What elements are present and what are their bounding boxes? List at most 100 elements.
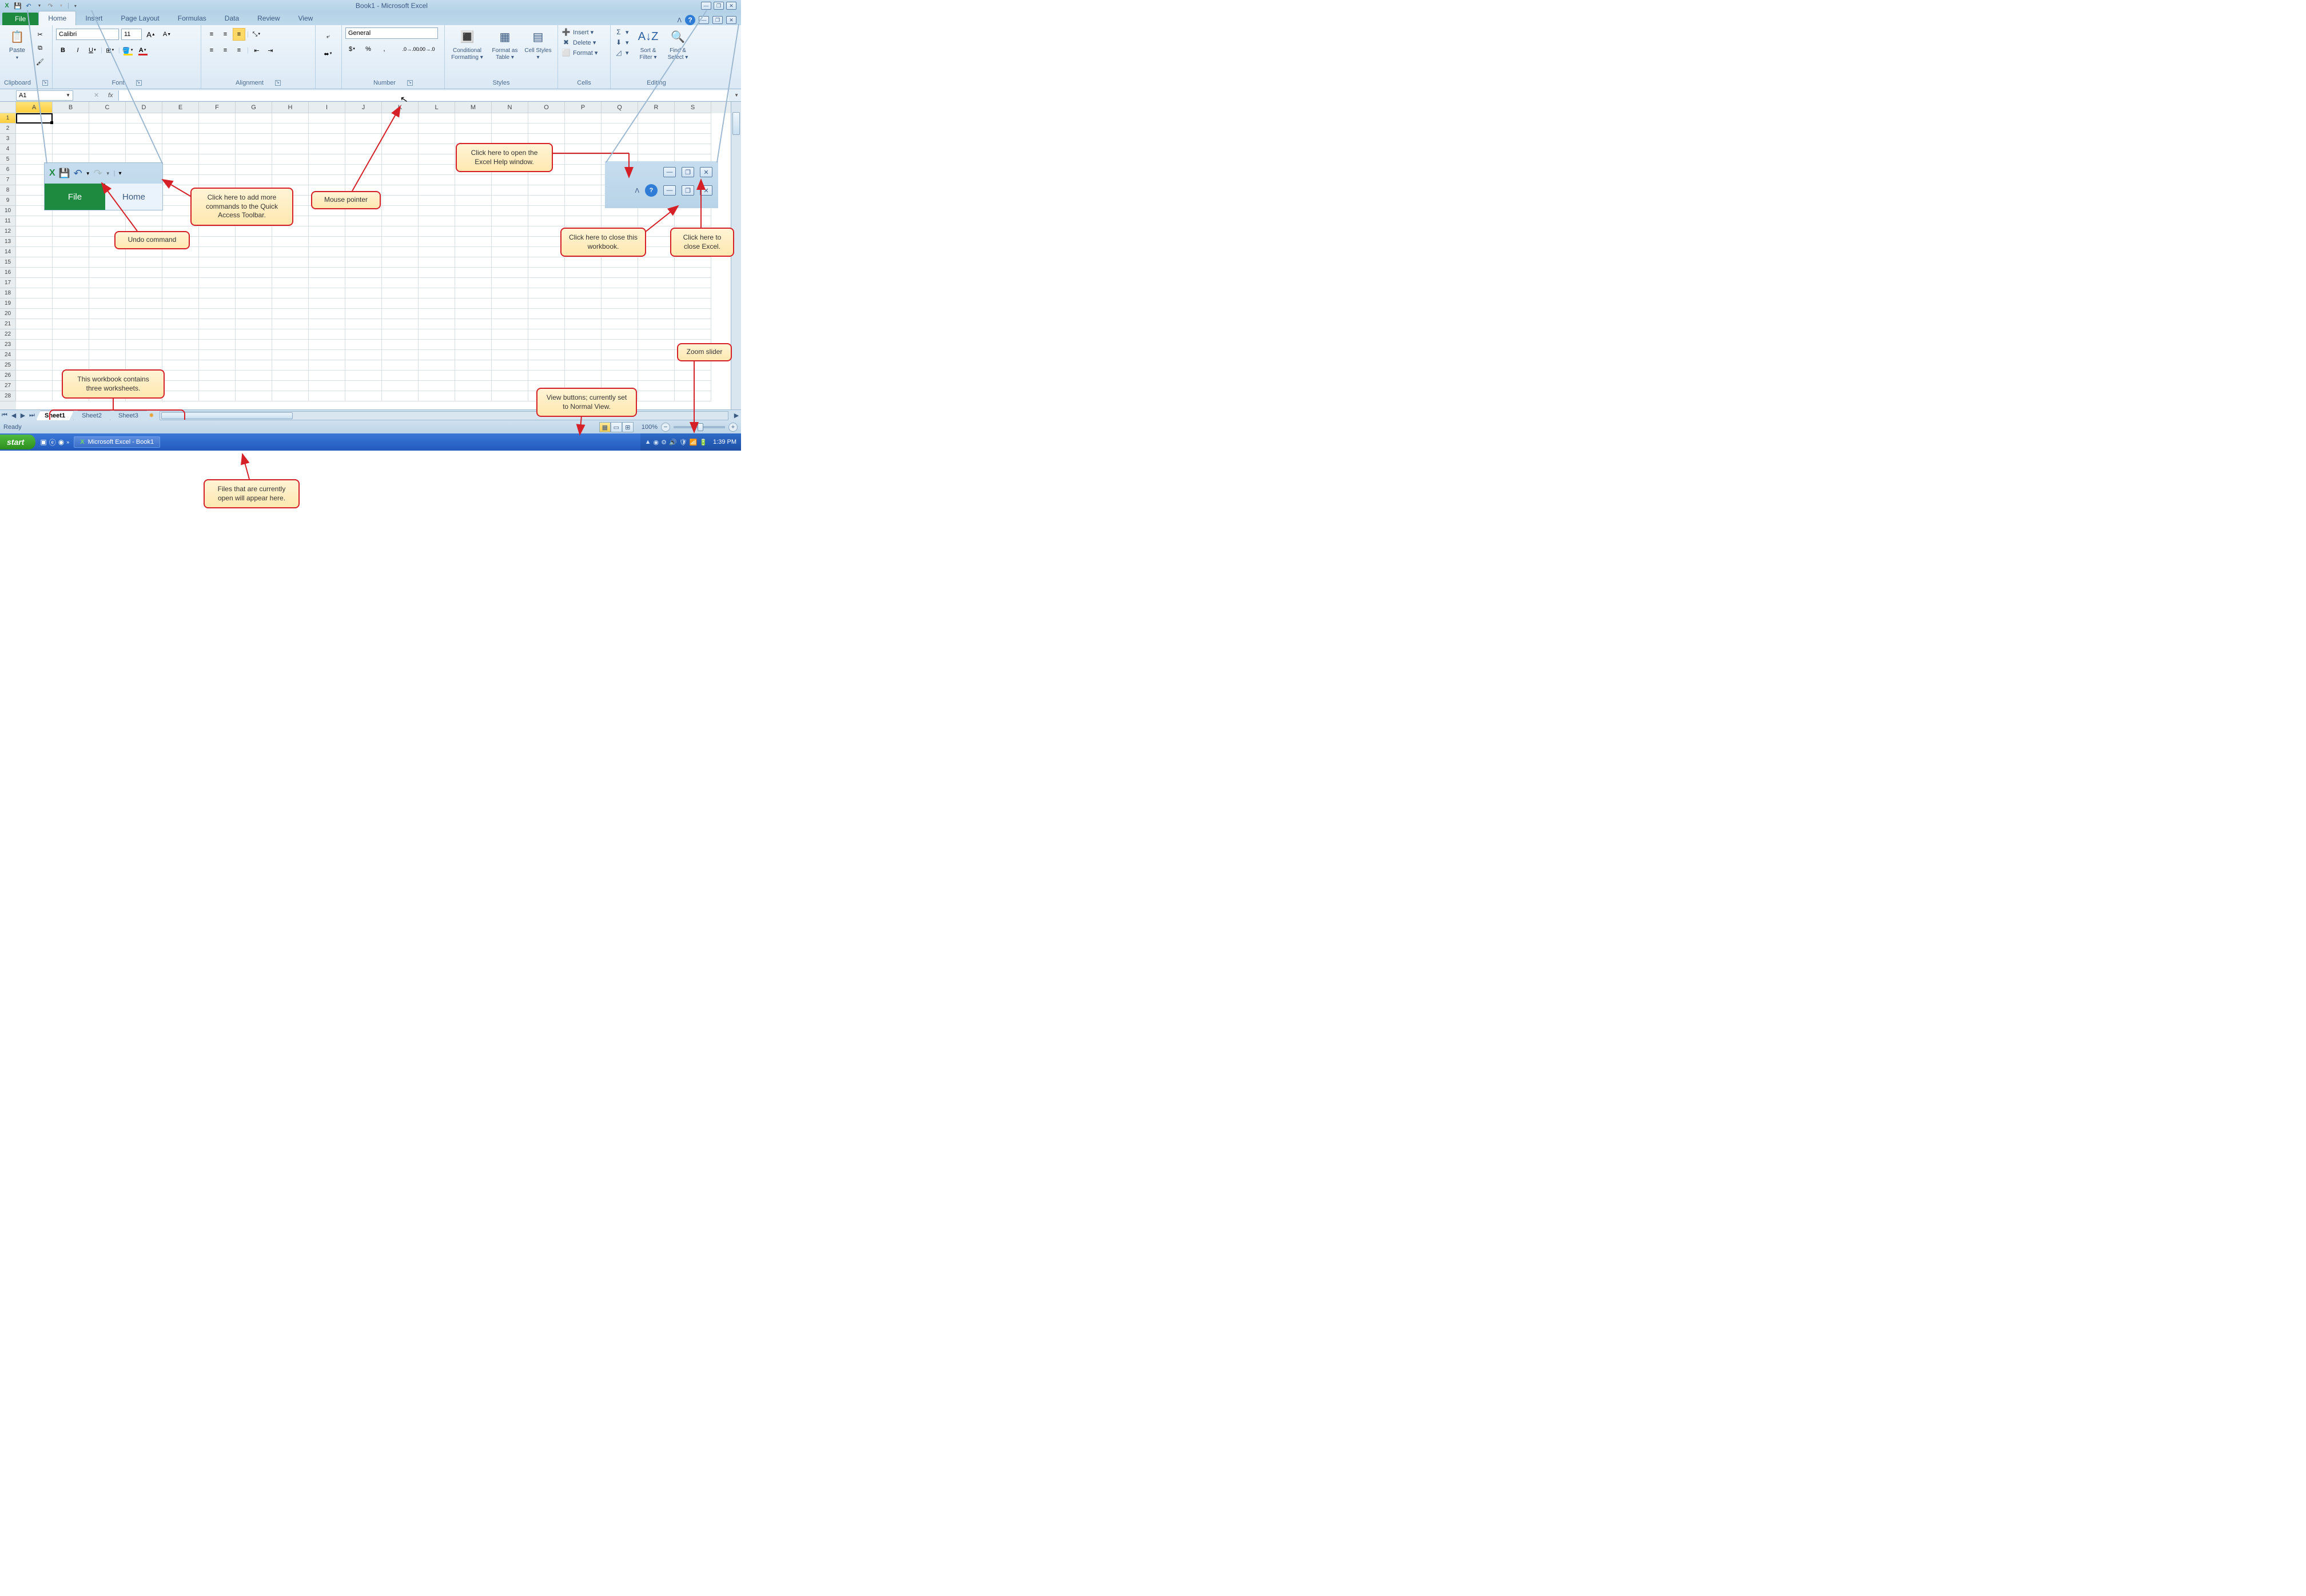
tab-insert[interactable]: Insert [76,11,111,25]
clipboard-dialog-launcher[interactable] [42,80,48,86]
column-header[interactable]: M [455,102,492,113]
quicklaunch-ie-icon[interactable]: ⓔ [49,437,56,447]
tray-icon[interactable]: ▲ [645,439,651,445]
number-dialog-launcher[interactable] [407,80,413,86]
row-header[interactable]: 10 [0,206,16,216]
row-header[interactable]: 17 [0,278,16,288]
start-button[interactable]: start [0,435,35,449]
row-header[interactable]: 8 [0,185,16,196]
find-select-button[interactable]: 🔍 Find & Select ▾ [664,27,692,61]
accounting-icon[interactable]: $▼ [346,43,359,55]
formula-input[interactable] [118,90,728,101]
row-header[interactable]: 11 [0,216,16,226]
customize-qat-icon[interactable]: ▾ [71,1,80,10]
align-middle-icon[interactable]: ≡ [219,28,232,41]
cut-icon[interactable]: ✂ [34,28,46,41]
column-header[interactable]: A [16,102,53,113]
tray-icon[interactable]: ⚙ [661,439,667,446]
align-center-icon[interactable]: ≡ [219,44,232,57]
help-icon[interactable]: ? [685,15,695,25]
row-header[interactable]: 18 [0,288,16,298]
zoom-slider[interactable] [674,426,725,428]
minimize-button[interactable]: — [701,2,711,10]
tab-formulas[interactable]: Formulas [169,11,216,25]
taskbar-clock[interactable]: 1:39 PM [713,439,736,445]
row-header[interactable]: 12 [0,226,16,237]
tray-icon[interactable]: 🔊 [669,439,677,446]
align-right-icon[interactable]: ≡ [233,44,245,57]
zoom-in-button[interactable]: + [728,423,738,432]
tab-review[interactable]: Review [248,11,289,25]
normal-view-button[interactable]: ▦ [599,422,611,432]
wrap-text-icon[interactable]: ⤶ [320,30,337,43]
taskbar-item-excel[interactable]: X Microsoft Excel - Book1 [74,436,160,448]
underline-button[interactable]: U▼ [86,44,99,57]
column-header[interactable]: O [528,102,565,113]
zoom-percent[interactable]: 100% [642,424,658,431]
column-header[interactable]: E [162,102,199,113]
merge-center-icon[interactable]: ⬌▼ [320,47,337,60]
sort-filter-button[interactable]: A↓Z Sort & Filter ▾ [635,27,662,61]
row-header[interactable]: 2 [0,124,16,134]
fx-icon[interactable]: fx [102,92,118,99]
column-header[interactable]: L [419,102,455,113]
bold-button[interactable]: B [57,44,69,57]
tab-data[interactable]: Data [216,11,248,25]
scroll-right-icon[interactable]: ▶ [732,411,741,420]
cell-styles-button[interactable]: ▤ Cell Styles ▾ [524,27,552,61]
column-header[interactable]: H [272,102,309,113]
format-as-table-button[interactable]: ▦ Format as Table ▾ [488,27,521,61]
quicklaunch-chrome-icon[interactable]: ◉ [58,438,64,446]
font-color-icon[interactable]: A▼ [137,44,149,57]
page-break-view-button[interactable]: ⊞ [622,422,634,432]
decrease-decimal-icon[interactable]: .00→.0 [420,43,433,55]
delete-cells-button[interactable]: ✖Delete ▾ [561,38,596,47]
name-box[interactable]: A1▼ [16,90,73,101]
alignment-dialog-launcher[interactable] [275,80,281,86]
select-all-corner[interactable] [0,102,16,113]
row-header[interactable]: 22 [0,329,16,340]
quicklaunch-icon[interactable]: ▣ [40,438,46,446]
row-header[interactable]: 1 [0,113,16,124]
row-header[interactable]: 28 [0,391,16,401]
column-header[interactable]: I [309,102,345,113]
undo-icon[interactable]: ↶ [24,1,33,10]
redo-dropdown-icon[interactable]: ▼ [57,1,66,10]
row-header[interactable]: 27 [0,381,16,391]
row-header[interactable]: 15 [0,257,16,268]
italic-button[interactable]: I [71,44,84,57]
column-header[interactable]: C [89,102,126,113]
row-header[interactable]: 19 [0,298,16,309]
conditional-formatting-button[interactable]: 🔳 Conditional Formatting ▾ [448,27,486,61]
copy-icon[interactable]: ⧉ [34,42,46,54]
tab-page-layout[interactable]: Page Layout [111,11,168,25]
save-icon[interactable]: 💾 [13,1,22,10]
sheet-nav-prev[interactable]: ◀ [9,411,18,420]
paste-button[interactable]: 📋 Paste▼ [3,27,31,61]
percent-icon[interactable]: % [362,43,375,55]
align-left-icon[interactable]: ≡ [205,44,218,57]
increase-font-icon[interactable]: A▲ [145,28,157,41]
expand-formula-icon[interactable]: ▼ [734,93,739,98]
workbook-minimize-button[interactable]: — [699,16,709,24]
quicklaunch-more-icon[interactable]: » [66,439,69,445]
row-header[interactable]: 6 [0,165,16,175]
decrease-indent-icon[interactable]: ⇤ [250,44,263,57]
restore-button[interactable]: ❐ [714,2,724,10]
fill-button[interactable]: ⬇▾ [614,38,629,47]
insert-cells-button[interactable]: ➕Insert ▾ [561,27,594,37]
borders-icon[interactable]: ⊞▼ [104,44,117,57]
decrease-font-icon[interactable]: A▼ [161,28,173,41]
row-header[interactable]: 4 [0,144,16,154]
row-header[interactable]: 9 [0,196,16,206]
column-header[interactable]: S [675,102,711,113]
row-header[interactable]: 13 [0,237,16,247]
tab-home[interactable]: Home [38,11,76,25]
clear-button[interactable]: ◿▾ [614,48,629,57]
row-header[interactable]: 24 [0,350,16,360]
font-name-select[interactable] [56,29,119,40]
row-header[interactable]: 20 [0,309,16,319]
column-header[interactable]: R [638,102,675,113]
column-header[interactable]: N [492,102,528,113]
increase-decimal-icon[interactable]: .0→.00 [404,43,417,55]
